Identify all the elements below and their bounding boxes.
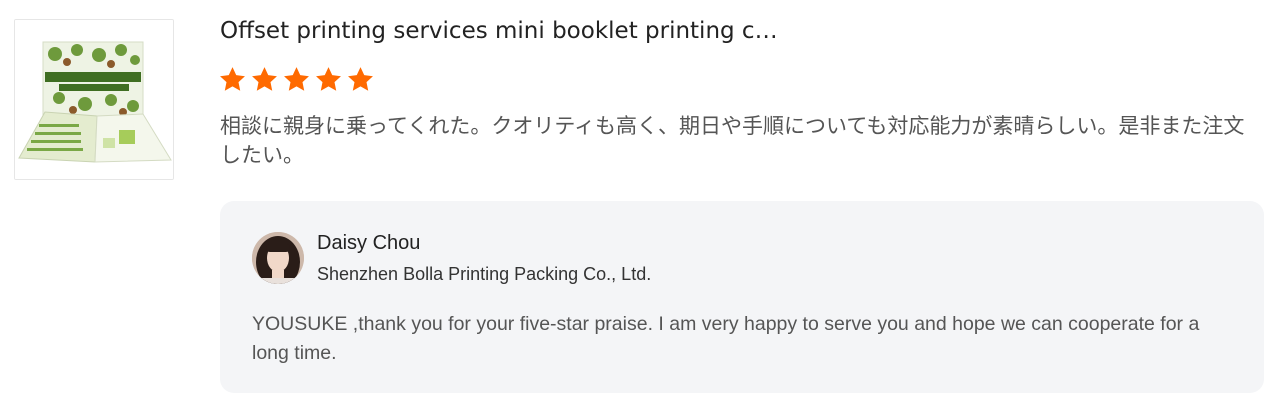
star-icon bbox=[284, 67, 309, 91]
reply-text: YOUSUKE ,thank you for your five-star pr… bbox=[252, 313, 1200, 364]
star-icon bbox=[316, 67, 341, 91]
star-icon bbox=[348, 67, 373, 91]
rating-stars bbox=[218, 65, 375, 94]
booklet-image-icon bbox=[15, 20, 173, 179]
avatar-photo-icon bbox=[252, 232, 304, 284]
reply-author-name: Daisy Chou bbox=[317, 232, 421, 254]
review-comment: 相談に親身に乗ってくれた。クオリティも高く、期日や手順についても対応能力が素晴ら… bbox=[220, 114, 1245, 167]
reply-company-name: Shenzhen Bolla Printing Packing Co., Ltd… bbox=[317, 264, 652, 284]
product-title[interactable]: Offset printing services mini booklet pr… bbox=[220, 16, 1240, 46]
product-thumbnail[interactable] bbox=[14, 19, 174, 180]
avatar bbox=[252, 232, 304, 284]
star-icon bbox=[252, 67, 277, 91]
supplier-reply: Daisy Chou Shenzhen Bolla Printing Packi… bbox=[220, 201, 1264, 393]
star-icon bbox=[220, 67, 245, 91]
